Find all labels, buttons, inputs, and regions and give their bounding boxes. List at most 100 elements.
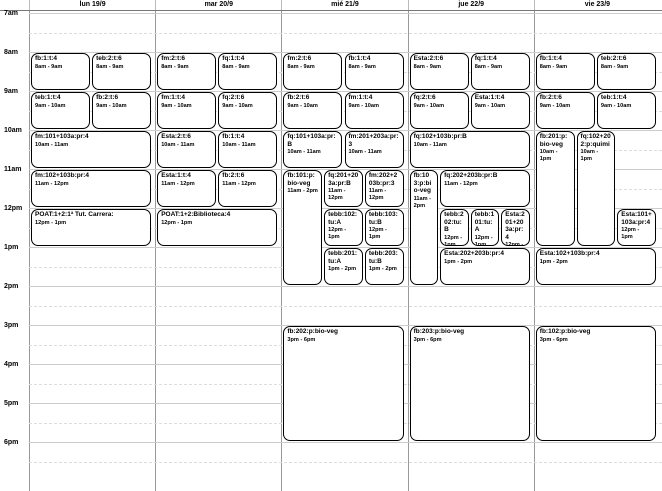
event-title: Esta:202+203b:pr:4 bbox=[444, 250, 504, 257]
event-title: teb:2:t:6 bbox=[96, 55, 122, 62]
calendar-event[interactable]: fm:102+103b:pr:4 11am - 12pm bbox=[31, 170, 152, 207]
calendar-event[interactable]: fm:202+203b:pr:3 11am - 12pm bbox=[364, 170, 404, 207]
event-time: 11am - 2pm bbox=[287, 188, 318, 195]
event-title: teb:2:t:6 bbox=[600, 55, 627, 62]
time-label: 12pm bbox=[4, 205, 23, 212]
calendar-event[interactable]: Esta:201+203a:pr:412pm - 1pm bbox=[501, 209, 530, 246]
event-title: fq:2:t:6 bbox=[413, 94, 436, 101]
calendar-event[interactable]: fq:201+203a:pr:B 11am - 12pm bbox=[324, 170, 363, 207]
event-time: 8am - 9am bbox=[413, 63, 441, 70]
event-time: 10am - 11am bbox=[222, 141, 256, 148]
calendar-event[interactable]: fb:201:p:bio-veg 10am - 1pm bbox=[535, 131, 575, 246]
event-time: 8am - 9am bbox=[161, 63, 189, 70]
time-label: 6pm bbox=[4, 439, 19, 446]
calendar-event[interactable]: teb:1:t:4 9am - 10am bbox=[596, 92, 656, 129]
calendar-event[interactable]: fq:202+203b:pr:B 11am - 12pm bbox=[440, 170, 530, 207]
calendar-event[interactable]: fb:102:p:bio-veg 3pm - 6pm bbox=[535, 326, 656, 441]
event-title: Esta:201+203a:pr:4 bbox=[505, 211, 525, 241]
calendar-event[interactable]: Esta:101+103a:pr:4 12pm - 1pm bbox=[617, 209, 656, 246]
event-title: fq:1:t:4 bbox=[222, 55, 245, 62]
day-header-5[interactable]: vie 23/9 bbox=[533, 0, 660, 10]
event-time: 3pm - 6pm bbox=[539, 336, 568, 343]
calendar-event[interactable]: Esta:2:t:6 8am - 9am bbox=[409, 53, 469, 90]
calendar-event[interactable]: Esta:202+203b:pr:4 1pm - 2pm bbox=[440, 248, 530, 285]
calendar-event[interactable]: fq:102+202:p:quimi 10am - 1pm bbox=[576, 131, 616, 246]
time-label: 9am bbox=[4, 88, 19, 95]
event-title: tebb:102:tu:A bbox=[328, 211, 358, 226]
calendar-event[interactable]: fb:2:t:6 9am - 10am bbox=[92, 92, 152, 129]
calendar-event[interactable]: fb:103:p:bio-veg 11am - 2pm bbox=[409, 170, 439, 285]
calendar-event[interactable]: Esta:1:t:4 9am - 10am bbox=[470, 92, 530, 129]
day-header-1[interactable]: lun 19/9 bbox=[29, 0, 156, 10]
calendar-event[interactable]: fq:1:t:4 8am - 9am bbox=[470, 53, 530, 90]
event-time: 11am - 2pm bbox=[413, 195, 432, 209]
event-title: fb:2:t:6 bbox=[96, 94, 119, 101]
calendar-event[interactable]: fb:1:t:4 8am - 9am bbox=[535, 53, 595, 90]
calendar-event[interactable]: fb:1:t:4 8am - 9am bbox=[344, 53, 404, 90]
calendar-event[interactable]: tebb:102:tu:A 12pm - 1pm bbox=[324, 209, 363, 246]
day-header-2[interactable]: mar 20/9 bbox=[155, 0, 282, 10]
calendar-event[interactable]: Esta:102+103b:pr:4 1pm - 2pm bbox=[535, 248, 656, 285]
calendar-event[interactable]: fb:1:t:4 10am - 11am bbox=[218, 131, 278, 168]
event-title: Esta:2:t:6 bbox=[413, 55, 444, 62]
calendar-event[interactable]: tebb:202:tu:B 12pm - 1pm bbox=[440, 209, 469, 246]
calendar-event[interactable]: Esta:2:t:6 10am - 11am bbox=[157, 131, 217, 168]
calendar-event[interactable]: tebb:103:tu:B 12pm - 1pm bbox=[364, 209, 404, 246]
event-title: fm:202+203b:pr:3 bbox=[368, 172, 398, 187]
calendar-event[interactable]: fq:1:t:4 8am - 9am bbox=[218, 53, 278, 90]
calendar-event[interactable]: teb:2:t:6 8am - 9am bbox=[92, 53, 152, 90]
event-time: 3pm - 6pm bbox=[413, 336, 442, 343]
day-header-4[interactable]: jue 22/9 bbox=[407, 0, 534, 10]
time-label: 4pm bbox=[4, 361, 19, 368]
event-time: 12pm - 1pm bbox=[161, 219, 193, 226]
calendar-event[interactable]: tebb:203:tu:B 1pm - 2pm bbox=[364, 248, 404, 285]
calendar-event[interactable]: fm:2:t:6 8am - 9am bbox=[283, 53, 343, 90]
event-title: fm:102+103b:pr:4 bbox=[35, 172, 90, 179]
calendar-event[interactable]: fb:1:t:4 8am - 9am bbox=[31, 53, 91, 90]
time-label: 7am bbox=[4, 10, 19, 17]
calendar-event[interactable]: fb:101:p:bio-veg 11am - 2pm bbox=[283, 170, 323, 285]
day-column-divider bbox=[155, 10, 157, 491]
calendar-event[interactable]: fm:2:t:6 8am - 9am bbox=[157, 53, 217, 90]
calendar-event[interactable]: fb:203:p:bio-veg 3pm - 6pm bbox=[409, 326, 530, 441]
day-column-divider bbox=[281, 10, 283, 491]
calendar-event[interactable]: fm:101+103a:pr:4 10am - 11am bbox=[31, 131, 152, 168]
event-title: fb:2:t:6 bbox=[539, 94, 562, 101]
event-time: 11am - 12pm bbox=[328, 188, 346, 202]
day-header-3[interactable]: mié 21/9 bbox=[281, 0, 408, 10]
calendar-event[interactable]: fq:2:t:6 9am - 10am bbox=[409, 92, 469, 129]
event-title: fq:101+103a:pr:B bbox=[287, 133, 336, 148]
calendar-event[interactable]: fb:2:t:6 9am - 10am bbox=[283, 92, 343, 129]
event-title: fm:201+203a:pr:3 bbox=[348, 133, 399, 148]
event-time: 10am - 11am bbox=[348, 149, 382, 156]
calendar-event[interactable]: tebb:201:tu:A 1pm - 2pm bbox=[324, 248, 363, 285]
calendar-event[interactable]: fb:2:t:6 11am - 12pm bbox=[218, 170, 278, 207]
event-title: fm:1:t:4 bbox=[348, 94, 373, 101]
event-title: fq:102+202:p:quimi bbox=[580, 133, 611, 148]
event-time: 9am - 10am bbox=[96, 102, 127, 109]
calendar-event[interactable]: POAT:1+2:Biblioteca:4 12pm - 1pm bbox=[157, 209, 278, 246]
calendar-event[interactable]: fb:2:t:6 9am - 10am bbox=[535, 92, 595, 129]
calendar-event[interactable]: tebb:101:tu:A 12pm - 1pm bbox=[470, 209, 500, 246]
event-time: 11am - 12pm bbox=[444, 180, 478, 187]
calendar-event[interactable]: fb:202:p:bio-veg 3pm - 6pm bbox=[283, 326, 404, 441]
calendar-event[interactable]: fq:102+103b:pr:B 10am - 11am bbox=[409, 131, 530, 168]
header-divider bbox=[0, 10, 662, 11]
calendar-event[interactable]: Esta:1:t:4 11am - 12pm bbox=[157, 170, 217, 207]
event-time: 9am - 10am bbox=[600, 102, 632, 109]
event-title: fq:201+203a:pr:B bbox=[328, 172, 359, 187]
calendar-event[interactable]: fm:1:t:4 9am - 10am bbox=[157, 92, 217, 129]
calendar-event[interactable]: fq:2:t:6 9am - 10am bbox=[218, 92, 278, 129]
day-column-divider bbox=[29, 10, 30, 491]
calendar-event[interactable]: fm:201+203a:pr:3 10am - 11am bbox=[344, 131, 404, 168]
calendar-event[interactable]: teb:1:t:4 9am - 10am bbox=[31, 92, 91, 129]
calendar-event[interactable]: fq:101+103a:pr:B 10am - 11am bbox=[283, 131, 343, 168]
calendar-event[interactable]: fm:1:t:4 9am - 10am bbox=[344, 92, 404, 129]
event-time: 8am - 9am bbox=[348, 63, 376, 70]
calendar-event[interactable]: teb:2:t:6 8am - 9am bbox=[596, 53, 656, 90]
calendar-event[interactable]: POAT:1+2:1ª Tut. Carrera: 12pm - 1pm bbox=[31, 209, 152, 246]
week-calendar: lun 19/9 mar 20/9 mié 21/9 jue 22/9 vie 23/9… bbox=[0, 0, 662, 491]
event-time: 9am - 10am bbox=[222, 102, 253, 109]
event-time: 12pm - 1pm bbox=[35, 219, 67, 226]
event-title: fm:1:t:4 bbox=[161, 94, 186, 101]
